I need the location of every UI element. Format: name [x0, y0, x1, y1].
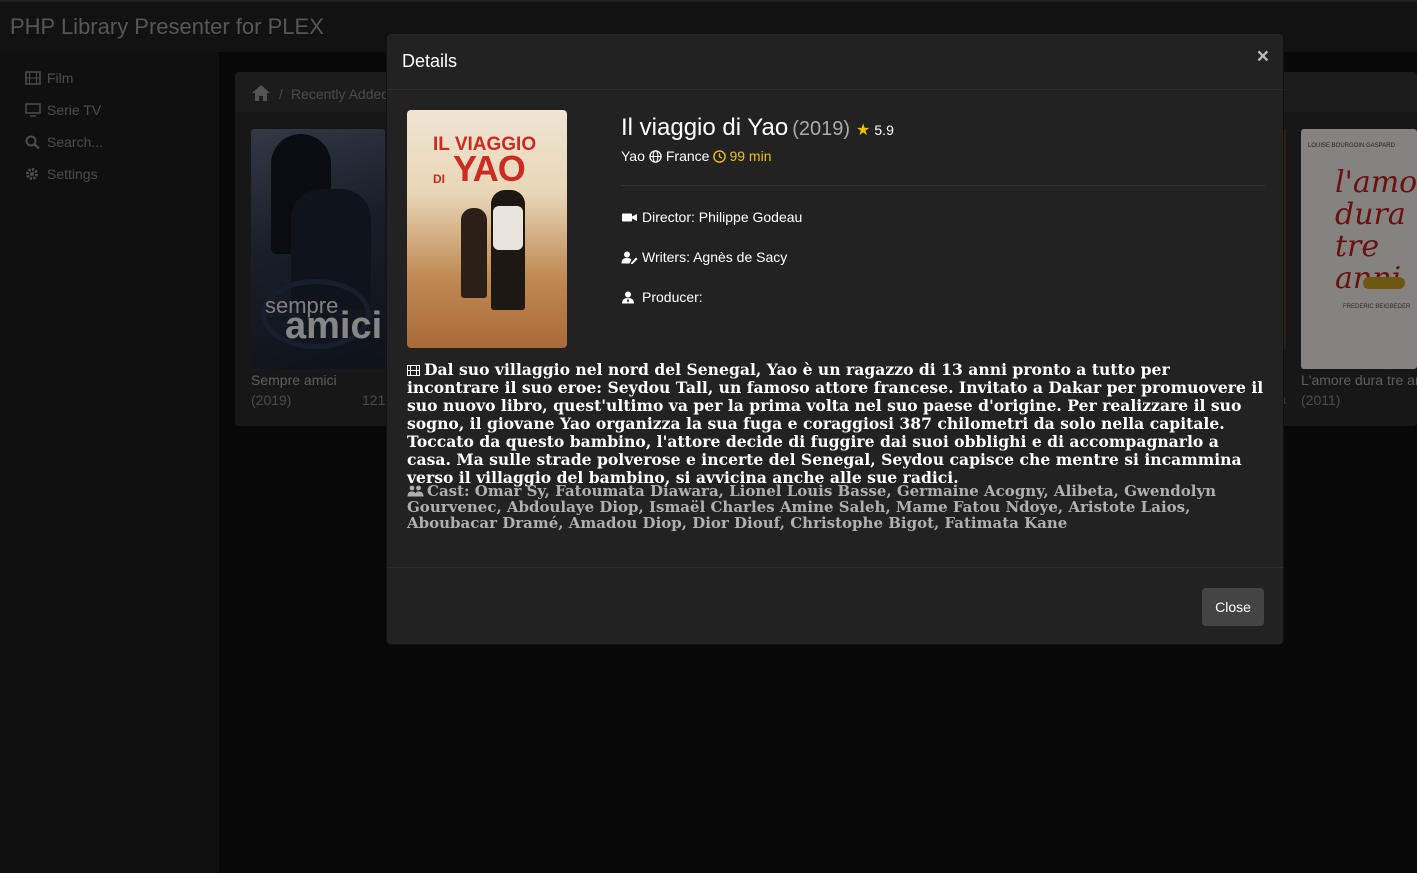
- users-icon: [407, 485, 424, 497]
- cover-title-line: DI: [433, 172, 445, 186]
- plot-text: Dal suo villaggio nel nord del Senegal, …: [407, 360, 1264, 487]
- producer-line: Producer:: [621, 289, 703, 305]
- movie-cover: IL VIAGGIO DI YAO: [407, 110, 567, 348]
- movie-country: France: [665, 148, 710, 164]
- globe-icon: [649, 149, 662, 163]
- movie-title: Il viaggio di Yao: [621, 114, 789, 141]
- movie-duration-wrap: 99 min: [713, 148, 771, 164]
- cover-title-line: YAO: [453, 148, 526, 189]
- cover-figure: [493, 206, 523, 250]
- movie-cast: Cast: Omar Sy, Fatoumata Diawara, Lionel…: [407, 483, 1267, 531]
- writers-line: Writers: Agnès de Sacy: [621, 249, 787, 265]
- movie-plot: Dal suo villaggio nel nord del Senegal, …: [407, 361, 1267, 487]
- original-title: Yao: [621, 148, 645, 164]
- modal-title: Details: [402, 51, 458, 71]
- user-tie-icon: [622, 291, 634, 303]
- divider: [621, 185, 1265, 186]
- director: Director: Philippe Godeau: [642, 209, 803, 225]
- film-icon: [407, 365, 420, 376]
- clock-icon: [713, 149, 727, 163]
- writers: Writers: Agnès de Sacy: [642, 249, 788, 265]
- modal-header: Details ×: [387, 34, 1283, 90]
- director-line: Director: Philippe Godeau: [621, 209, 802, 225]
- movie-duration: 99 min: [729, 148, 772, 164]
- cover-figure: [461, 208, 487, 298]
- star-icon: ★: [856, 122, 871, 139]
- user-edit-icon: [621, 251, 638, 264]
- close-icon[interactable]: ×: [1257, 45, 1269, 69]
- close-button[interactable]: Close: [1202, 588, 1264, 626]
- video-camera-icon: [622, 213, 637, 221]
- producer: Producer:: [642, 289, 703, 305]
- cast-text: Cast: Omar Sy, Fatoumata Diawara, Lionel…: [407, 482, 1217, 532]
- movie-year: (2019): [792, 118, 851, 140]
- movie-meta: Yao France 99 min: [621, 148, 771, 164]
- details-modal: Details × IL VIAGGIO DI YAO Il viaggio d…: [386, 33, 1284, 645]
- movie-title-row: Il viaggio di Yao (2019) ★ 5.9: [621, 114, 894, 142]
- movie-rating: 5.9: [874, 122, 894, 138]
- modal-footer: Close: [387, 567, 1283, 644]
